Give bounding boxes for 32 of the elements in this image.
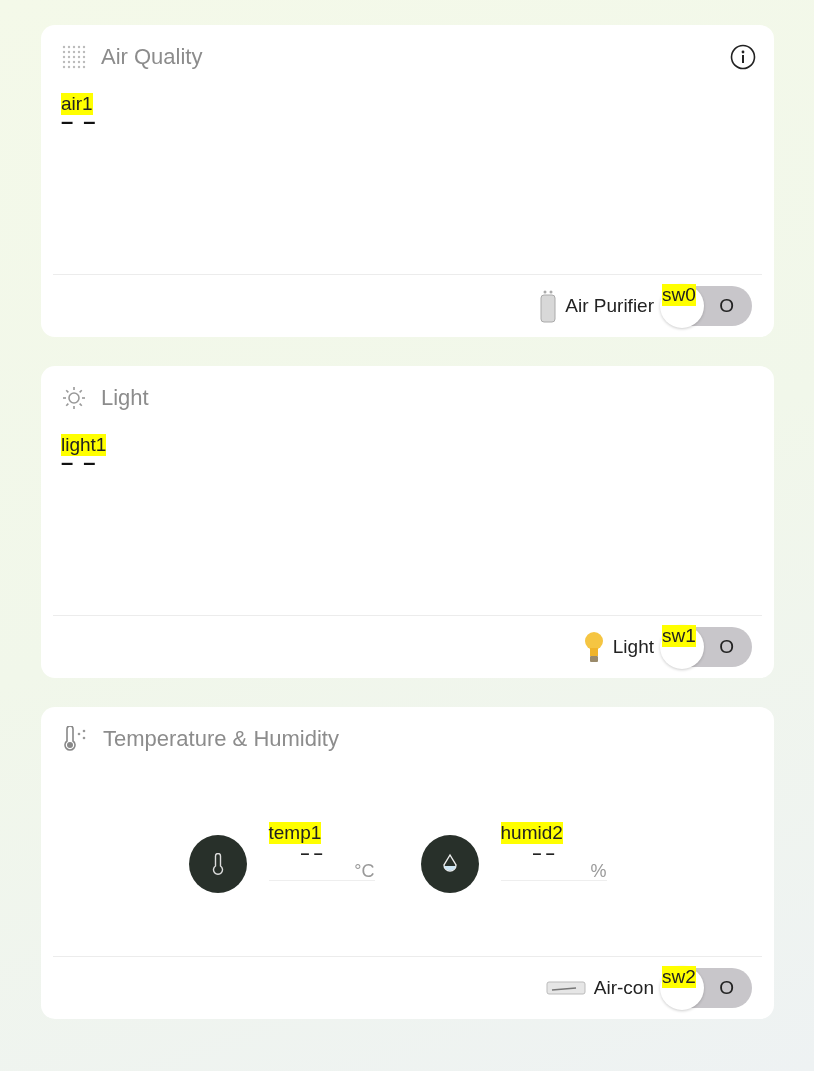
switch-label: O — [719, 977, 734, 999]
card-title: Air Quality — [101, 44, 204, 70]
reading-value: – – — [532, 847, 555, 861]
card-title: Temperature & Humidity — [103, 726, 340, 752]
toggle-switch[interactable]: O sw1 — [662, 627, 752, 667]
sensor-value: – – — [61, 115, 98, 129]
reading-value: – – — [300, 847, 323, 861]
sun-icon — [61, 385, 87, 411]
info-icon[interactable] — [730, 44, 756, 70]
thermometer-icon — [210, 852, 225, 875]
air-conditioner-icon — [545, 979, 586, 997]
air-purifier-icon — [539, 289, 558, 323]
card-title: Light — [101, 385, 150, 411]
sensor-value: – – — [61, 456, 98, 470]
reading-unit: °C — [354, 861, 375, 882]
water-drop-icon — [440, 852, 459, 875]
light-bulb-icon — [582, 630, 605, 664]
switch-label: O — [719, 295, 734, 317]
device-name: Light — [612, 636, 654, 658]
switch-tag: sw2 — [662, 966, 696, 988]
switch-tag: sw0 — [662, 284, 696, 306]
device-name: Air-con — [593, 977, 654, 999]
toggle-switch[interactable]: O sw0 — [662, 286, 752, 326]
dot-grid-icon — [61, 44, 87, 70]
reading-unit: % — [590, 861, 607, 882]
device-name: Air Purifier — [565, 295, 654, 317]
switch-label: O — [719, 636, 734, 658]
reading-tag: humid2 — [500, 822, 563, 844]
toggle-switch[interactable]: O sw2 — [662, 968, 752, 1008]
sensor-tag: air1 — [61, 93, 93, 115]
sensor-tag: light1 — [61, 434, 107, 456]
switch-tag: sw1 — [662, 625, 696, 647]
